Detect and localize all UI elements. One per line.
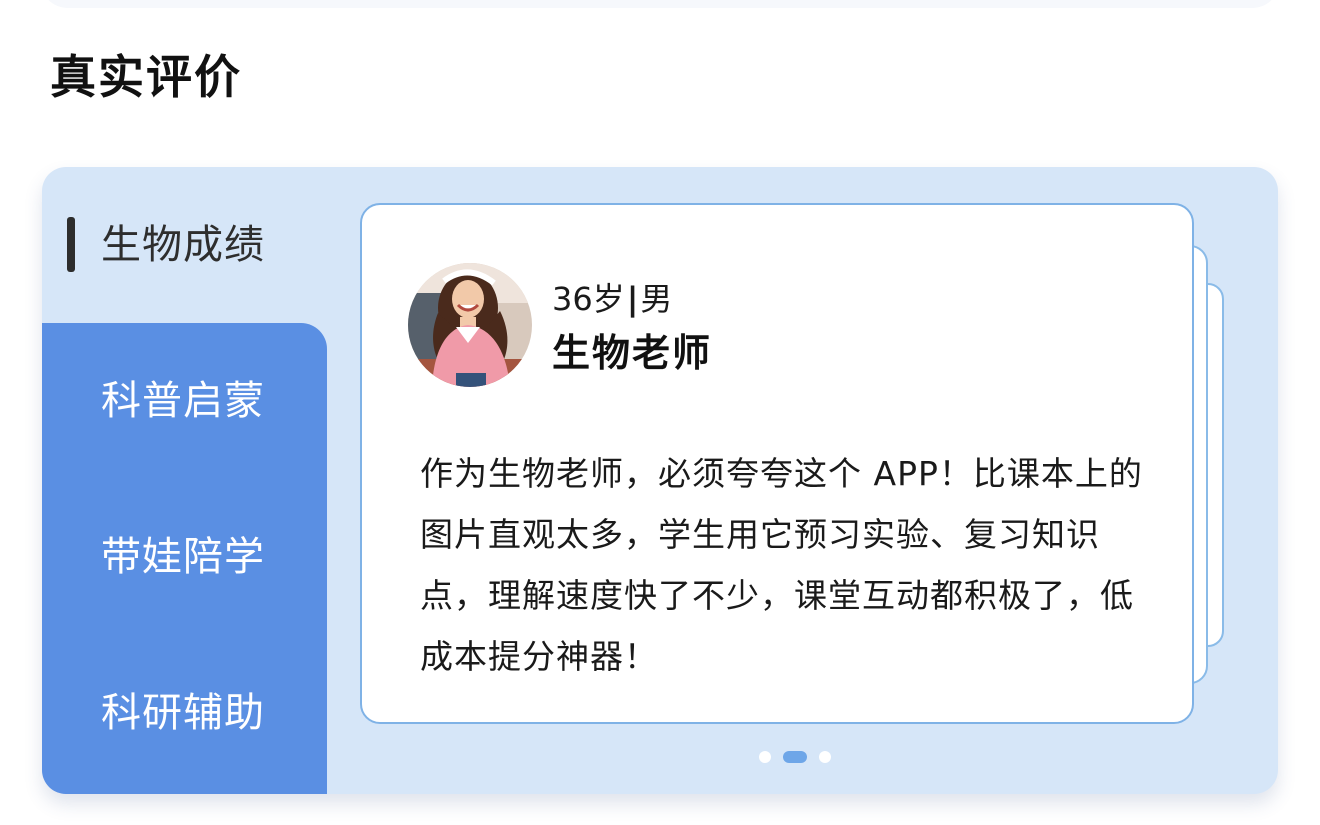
- tab-label: 科研辅助: [101, 690, 265, 736]
- tab-parent-study[interactable]: 带娃陪学: [42, 479, 327, 635]
- tab-science-enlightenment[interactable]: 科普启蒙: [42, 323, 327, 479]
- reviewer-role: 生物老师: [552, 331, 713, 375]
- page-dot-1[interactable]: [759, 751, 771, 763]
- pagination-dots: [759, 750, 831, 764]
- reviewer-age: 36岁: [552, 280, 625, 318]
- reviews-card: 生物成绩 科普启蒙 带娃陪学 科研辅助 36岁|男 生物老师 作为生物老师，必须…: [42, 167, 1278, 794]
- category-sidebar: 生物成绩 科普启蒙 带娃陪学 科研辅助: [42, 167, 327, 794]
- page-dot-2-active[interactable]: [783, 751, 807, 763]
- review-text: 作为生物老师，必须夸夸这个 APP！比课本上的图片直观太多，学生用它预习实验、复…: [420, 454, 1143, 676]
- tab-research-assist[interactable]: 科研辅助: [42, 635, 327, 791]
- page: 真实评价 生物成绩 科普启蒙 带娃陪学 科研辅助 36岁|男 生物老师 作为生物…: [0, 0, 1320, 825]
- user-avatar: [408, 263, 532, 387]
- tab-label: 科普启蒙: [101, 378, 265, 424]
- reviewer-gender: 男: [640, 280, 673, 318]
- active-tab-indicator: [67, 217, 75, 272]
- tab-label: 生物成绩: [101, 222, 265, 268]
- page-dot-3[interactable]: [819, 751, 831, 763]
- reviewer-meta: 36岁|男: [552, 277, 672, 321]
- tab-biology-grades[interactable]: 生物成绩: [42, 167, 327, 323]
- previous-section-edge: [40, 0, 1280, 8]
- meta-separator: |: [626, 280, 639, 318]
- review-card[interactable]: 36岁|男 生物老师 作为生物老师，必须夸夸这个 APP！比课本上的图片直观太多…: [360, 203, 1194, 724]
- section-title: 真实评价: [50, 50, 242, 104]
- tab-label: 带娃陪学: [101, 534, 265, 580]
- avatar-photo-icon: [408, 263, 532, 387]
- inactive-tab-group: 科普启蒙 带娃陪学 科研辅助: [42, 323, 327, 794]
